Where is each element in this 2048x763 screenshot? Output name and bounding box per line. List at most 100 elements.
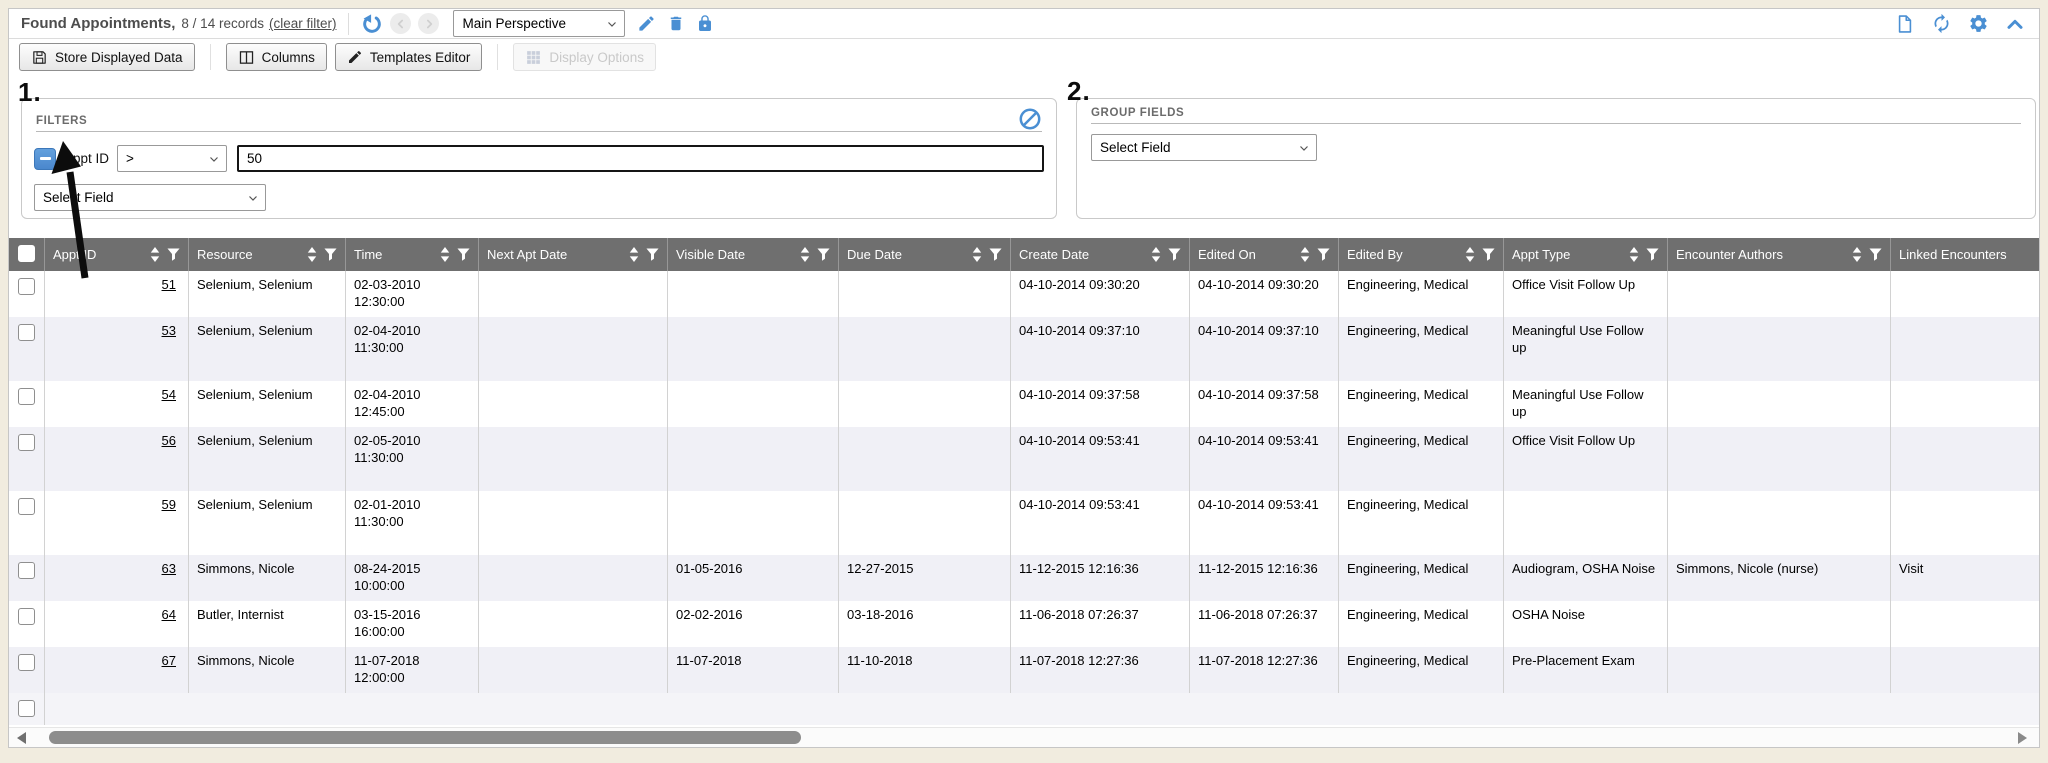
sort-icon[interactable] bbox=[1465, 247, 1475, 262]
row-select-cell[interactable] bbox=[9, 317, 45, 381]
filter-funnel-icon[interactable] bbox=[1168, 248, 1181, 261]
column-header-appt-type[interactable]: Appt Type bbox=[1504, 238, 1668, 271]
table-header-row: Appt IDResourceTimeNext Apt DateVisible … bbox=[9, 238, 2039, 271]
column-header-create-date[interactable]: Create Date bbox=[1011, 238, 1190, 271]
columns-button[interactable]: Columns bbox=[226, 43, 327, 71]
horizontal-scrollbar[interactable] bbox=[9, 727, 2039, 747]
row-checkbox[interactable] bbox=[18, 498, 35, 515]
cell-next-apt-date bbox=[479, 647, 668, 693]
filter-funnel-icon[interactable] bbox=[817, 248, 830, 261]
row-checkbox[interactable] bbox=[18, 434, 35, 451]
sort-icon[interactable] bbox=[440, 247, 450, 262]
sort-icon[interactable] bbox=[972, 247, 982, 262]
scroll-right-icon[interactable] bbox=[2018, 732, 2027, 744]
row-select-cell[interactable] bbox=[9, 693, 45, 725]
store-displayed-data-button[interactable]: Store Displayed Data bbox=[19, 43, 195, 71]
select-all-checkbox[interactable] bbox=[18, 245, 35, 262]
refresh-icon[interactable] bbox=[1931, 13, 1952, 34]
lock-perspective-icon[interactable] bbox=[696, 14, 714, 33]
appt-id-link[interactable]: 64 bbox=[162, 607, 176, 622]
column-header-edited-on[interactable]: Edited On bbox=[1190, 238, 1339, 271]
column-header-appt-id[interactable]: Appt ID bbox=[45, 238, 189, 271]
cell-due-date bbox=[839, 427, 1011, 491]
row-select-cell[interactable] bbox=[9, 381, 45, 427]
column-header-time[interactable]: Time bbox=[346, 238, 479, 271]
display-options-button: Display Options bbox=[513, 43, 656, 71]
row-checkbox[interactable] bbox=[18, 700, 35, 717]
appt-id-link[interactable]: 59 bbox=[162, 497, 176, 512]
row-checkbox[interactable] bbox=[18, 278, 35, 295]
filter-funnel-icon[interactable] bbox=[1646, 248, 1659, 261]
templates-editor-button[interactable]: Templates Editor bbox=[335, 43, 483, 71]
sort-icon[interactable] bbox=[1852, 247, 1862, 262]
collapse-icon[interactable] bbox=[2005, 15, 2025, 33]
table-body: 51Selenium, Selenium02-03-2010 12:30:000… bbox=[9, 271, 2039, 693]
cell-time: 02-04-2010 12:45:00 bbox=[346, 381, 479, 427]
select-all-header-cell[interactable] bbox=[9, 238, 45, 271]
appt-id-link[interactable]: 67 bbox=[162, 653, 176, 668]
row-checkbox[interactable] bbox=[18, 388, 35, 405]
group-field-select[interactable]: Select Field bbox=[1091, 134, 1317, 161]
cell-edited-by: Engineering, Medical bbox=[1339, 381, 1504, 427]
filter-funnel-icon[interactable] bbox=[1317, 248, 1330, 261]
row-checkbox[interactable] bbox=[18, 654, 35, 671]
row-select-cell[interactable] bbox=[9, 427, 45, 491]
column-header-next-apt-date[interactable]: Next Apt Date bbox=[479, 238, 668, 271]
sort-icon[interactable] bbox=[1629, 247, 1639, 262]
filter-funnel-icon[interactable] bbox=[989, 248, 1002, 261]
cell-linked-encounters bbox=[1891, 317, 2041, 381]
row-select-cell[interactable] bbox=[9, 601, 45, 647]
sort-icon[interactable] bbox=[150, 247, 160, 262]
appt-id-link[interactable]: 54 bbox=[162, 387, 176, 402]
row-checkbox[interactable] bbox=[18, 562, 35, 579]
add-filter-field-select[interactable]: Select Field bbox=[34, 184, 266, 211]
column-header-linked-encounters[interactable]: Linked Encounters bbox=[1891, 238, 2041, 271]
sort-icon[interactable] bbox=[307, 247, 317, 262]
undo-icon[interactable] bbox=[361, 13, 383, 35]
appt-id-link[interactable]: 51 bbox=[162, 277, 176, 292]
annotation-1: 1. bbox=[18, 77, 42, 108]
filter-operator-select[interactable]: > bbox=[117, 145, 227, 172]
sort-icon[interactable] bbox=[800, 247, 810, 262]
gear-icon[interactable] bbox=[1968, 13, 1989, 34]
perspective-select[interactable]: Main Perspective bbox=[453, 10, 625, 37]
edit-perspective-icon[interactable] bbox=[637, 14, 656, 33]
filter-funnel-icon[interactable] bbox=[646, 248, 659, 261]
filter-value-input[interactable] bbox=[237, 145, 1044, 172]
scroll-left-icon[interactable] bbox=[17, 732, 26, 744]
cell-resource: Simmons, Nicole bbox=[189, 647, 346, 693]
filter-funnel-icon[interactable] bbox=[167, 248, 180, 261]
sort-icon[interactable] bbox=[1151, 247, 1161, 262]
appt-id-link[interactable]: 63 bbox=[162, 561, 176, 576]
row-checkbox[interactable] bbox=[18, 608, 35, 625]
sort-icon[interactable] bbox=[629, 247, 639, 262]
scrollbar-thumb[interactable] bbox=[49, 731, 801, 744]
cell-appt-type: Office Visit Follow Up bbox=[1504, 427, 1668, 491]
column-header-resource[interactable]: Resource bbox=[189, 238, 346, 271]
row-select-cell[interactable] bbox=[9, 647, 45, 693]
clear-filter-link[interactable]: (clear filter) bbox=[269, 16, 337, 31]
column-header-edited-by[interactable]: Edited By bbox=[1339, 238, 1504, 271]
remove-filter-button[interactable] bbox=[34, 148, 56, 170]
row-select-cell[interactable] bbox=[9, 271, 45, 317]
column-header-visible-date[interactable]: Visible Date bbox=[668, 238, 839, 271]
filter-funnel-icon[interactable] bbox=[1869, 248, 1882, 261]
cell-next-apt-date bbox=[479, 427, 668, 491]
appt-id-link[interactable]: 56 bbox=[162, 433, 176, 448]
appt-id-link[interactable]: 53 bbox=[162, 323, 176, 338]
row-select-cell[interactable] bbox=[9, 491, 45, 555]
column-header-due-date[interactable]: Due Date bbox=[839, 238, 1011, 271]
column-header-encounter-authors[interactable]: Encounter Authors bbox=[1668, 238, 1891, 271]
cell-resource: Selenium, Selenium bbox=[189, 427, 346, 491]
row-select-cell[interactable] bbox=[9, 555, 45, 601]
grid-icon bbox=[525, 49, 542, 66]
filter-funnel-icon[interactable] bbox=[1482, 248, 1495, 261]
delete-perspective-icon[interactable] bbox=[667, 14, 685, 33]
clear-filters-icon[interactable] bbox=[1018, 107, 1042, 131]
filter-funnel-icon[interactable] bbox=[457, 248, 470, 261]
row-checkbox[interactable] bbox=[18, 324, 35, 341]
filter-funnel-icon[interactable] bbox=[324, 248, 337, 261]
sort-icon[interactable] bbox=[1300, 247, 1310, 262]
new-document-icon[interactable] bbox=[1895, 13, 1915, 35]
cell-due-date bbox=[839, 317, 1011, 381]
